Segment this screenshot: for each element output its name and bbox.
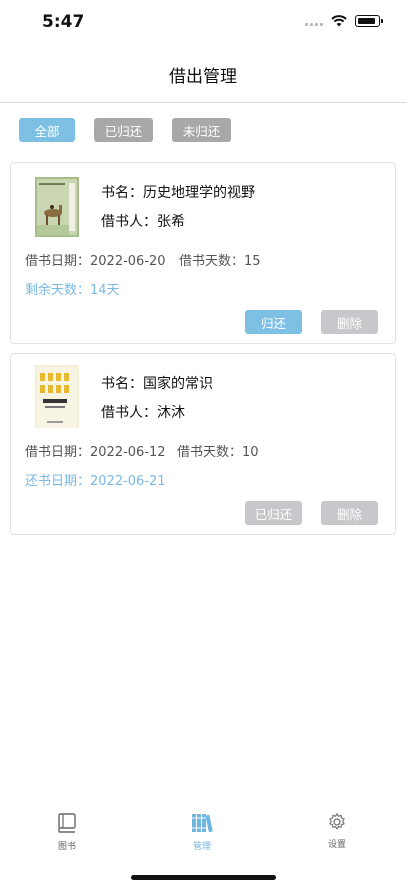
bookshelf-icon	[192, 814, 213, 833]
delete-button[interactable]: 删除	[321, 501, 378, 525]
loan-card[interactable]: 书名：国家的常识 借书人：沐沐 借书日期：2022-06-12 借书天数：10 …	[10, 353, 396, 535]
delete-button[interactable]: 删除	[321, 310, 378, 334]
tab-label: 图书	[57, 842, 76, 852]
status-bar: 5:47	[0, 0, 406, 46]
tab-settings[interactable]: 设置	[307, 812, 367, 850]
remaining-days: 剩余天数：14天	[25, 283, 120, 298]
borrower-name: 借书人：沐沐	[101, 405, 185, 421]
returned-button[interactable]: 已归还	[245, 501, 302, 525]
filter-returned-button[interactable]: 已归还	[94, 118, 153, 142]
tab-label: 管理	[192, 842, 211, 852]
filter-bar: 全部 已归还 未归还	[19, 118, 231, 142]
return-date: 还书日期：2022-06-21	[25, 474, 166, 489]
book-title: 书名：历史地理学的视野	[101, 185, 255, 201]
tab-books[interactable]: 图书	[37, 812, 97, 852]
book-cover-image	[35, 365, 79, 428]
tab-manage[interactable]: 管理	[172, 812, 232, 852]
borrower-name: 借书人：张希	[101, 214, 185, 230]
tab-label: 设置	[327, 840, 346, 850]
status-time: 5:47	[42, 12, 85, 32]
borrow-date: 借书日期：2022-06-12	[25, 445, 166, 460]
return-button[interactable]: 归还	[245, 310, 302, 334]
book-cover-image	[35, 177, 79, 237]
signal-icon	[305, 16, 323, 26]
home-indicator	[131, 875, 276, 880]
borrow-days: 借书天数：10	[177, 445, 259, 460]
loan-card[interactable]: 书名：历史地理学的视野 借书人：张希 借书日期：2022-06-20 借书天数：…	[10, 162, 396, 344]
gear-icon	[329, 812, 345, 830]
filter-not-returned-button[interactable]: 未归还	[172, 118, 231, 142]
borrow-days: 借书天数：15	[179, 254, 261, 269]
page-title: 借出管理	[169, 66, 237, 87]
book-title: 书名：国家的常识	[101, 376, 213, 392]
status-icons	[305, 15, 383, 27]
borrow-date: 借书日期：2022-06-20	[25, 254, 166, 269]
nav-bar: 借出管理	[0, 46, 406, 103]
battery-icon	[355, 15, 383, 27]
wifi-icon	[331, 15, 347, 27]
book-icon	[58, 813, 76, 833]
filter-all-button[interactable]: 全部	[19, 118, 75, 142]
